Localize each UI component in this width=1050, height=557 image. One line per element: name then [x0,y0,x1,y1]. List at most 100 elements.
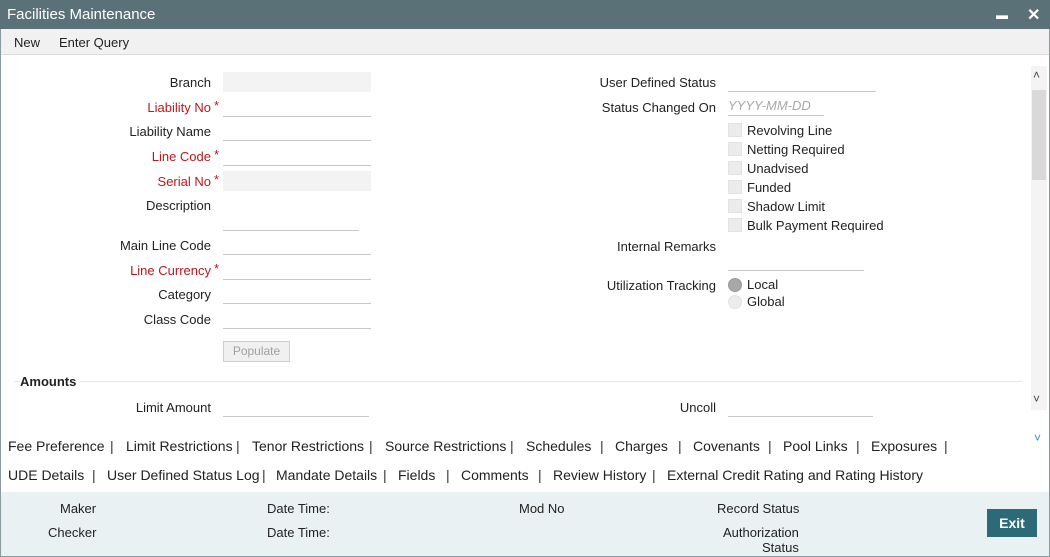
tab-comments[interactable]: Comments [461,467,529,483]
record-status-label: Record Status [717,501,800,516]
funded-checkbox[interactable] [728,180,742,194]
liability-name-field[interactable] [223,121,371,141]
tab-review-history[interactable]: Review History [553,467,646,483]
menu-enter-query[interactable]: Enter Query [59,35,129,50]
exit-button[interactable]: Exit [987,509,1037,537]
window-title: Facilities Maintenance [7,6,156,23]
serial-no-field[interactable] [223,171,371,191]
line-code-field[interactable] [223,146,371,166]
tab-exposures[interactable]: Exposures [871,438,937,454]
shadow-limit-label: Shadow Limit [747,199,826,214]
amounts-section-title: Amounts [20,374,81,389]
tab-tenor-restrictions[interactable]: Tenor Restrictions [252,438,364,454]
unadvised-label: Unadvised [747,161,809,176]
revolving-line-label: Revolving Line [747,123,833,138]
scrollbar-thumb[interactable] [1032,90,1046,180]
user-defined-status-label: User Defined Status [599,75,716,90]
vertical-scrollbar[interactable]: ˄ ˅ [1031,66,1047,410]
funded-label: Funded [747,180,792,195]
tab-charges[interactable]: Charges [615,438,668,454]
populate-button[interactable]: Populate [223,341,290,362]
liability-no-label: Liability No [147,100,211,115]
category-label: Category [158,287,211,302]
uncoll-field[interactable] [728,397,873,417]
tab-external-credit-rating-and-rating-history[interactable]: External Credit Rating and Rating Histor… [667,467,923,483]
tab-covenants[interactable]: Covenants [693,438,760,454]
tab-separator: | [446,467,450,483]
tab-separator: | [678,438,682,454]
status-changed-on-field[interactable] [728,96,824,116]
line-code-label: Line Code [151,149,211,164]
tab-separator: | [92,467,96,483]
main-line-code-label: Main Line Code [119,238,211,253]
tab-pool-links[interactable]: Pool Links [783,438,848,454]
netting-required-checkbox[interactable] [728,142,742,156]
internal-remarks-field[interactable] [728,251,864,271]
section-divider [14,381,1022,382]
required-mark: * [214,98,220,113]
date-time-label-2: Date Time: [267,525,330,540]
netting-required-label: Netting Required [747,142,845,157]
tab-separator: | [600,438,604,454]
minimize-icon[interactable]: ▬ [996,8,1008,22]
bulk-payment-required-label: Bulk Payment Required [747,218,884,233]
tab-limit-restrictions[interactable]: Limit Restrictions [126,438,233,454]
chevron-down-icon[interactable]: ˅ [1033,392,1040,406]
menu-new[interactable]: New [14,35,40,50]
branch-field[interactable] [223,72,371,92]
tab-separator: | [652,467,656,483]
limit-amount-label: Limit Amount [135,400,211,415]
description-label: Description [145,198,211,213]
authorization-status-label: Status [762,540,799,555]
tab-mandate-details[interactable]: Mandate Details [276,467,377,483]
date-time-label-1: Date Time: [267,501,330,516]
internal-remarks-label: Internal Remarks [617,239,716,254]
tab-ude-details[interactable]: UDE Details [8,467,84,483]
limit-amount-field[interactable] [223,397,369,417]
branch-label: Branch [169,75,211,90]
title-bar: Facilities Maintenance ▬ ✕ [0,0,1050,29]
unadvised-checkbox[interactable] [728,161,742,175]
tab-separator: | [538,467,542,483]
main-line-code-field[interactable] [223,235,371,255]
tab-user-defined-status-log[interactable]: User Defined Status Log [107,467,260,483]
global-radio[interactable] [728,295,742,309]
local-radio-label: Local [747,277,779,292]
tab-separator: | [262,467,266,483]
tab-separator: | [369,438,373,454]
maker-label: Maker [60,501,97,516]
revolving-line-checkbox[interactable] [728,123,742,137]
serial-no-label: Serial No [157,174,211,189]
tab-separator: | [856,438,860,454]
global-radio-label: Global [747,294,785,309]
authorization-label: Authorization [723,525,799,540]
category-field[interactable] [223,284,371,304]
class-code-label: Class Code [143,312,211,327]
tab-fee-preference[interactable]: Fee Preference [8,438,105,454]
liability-no-field[interactable] [223,97,371,117]
bulk-payment-required-checkbox[interactable] [728,218,742,232]
tab-separator: | [236,438,240,454]
checker-label: Checker [48,525,97,540]
tabs-row-1: Fee Preference Limit Restrictions Tenor Re… [0,430,1050,459]
line-currency-label: Line Currency [130,263,211,278]
close-icon[interactable]: ✕ [1027,5,1040,25]
tabs-expand-icon[interactable]: ˅ [1034,431,1041,445]
tab-source-restrictions[interactable]: Source Restrictions [385,438,506,454]
shadow-limit-checkbox[interactable] [728,199,742,213]
class-code-field[interactable] [223,309,371,329]
tab-fields[interactable]: Fields [398,467,435,483]
chevron-up-icon[interactable]: ˄ [1033,68,1040,82]
tabs-row-2: UDE Details User Defined Status Log Mandat… [0,459,1050,488]
tab-separator: | [944,438,948,454]
mod-no-label: Mod No [519,501,565,516]
description-field[interactable] [223,211,359,231]
user-defined-status-field[interactable] [728,72,876,92]
utilization-tracking-label: Utilization Tracking [606,278,716,293]
line-currency-field[interactable] [223,260,371,280]
tab-separator: | [383,467,387,483]
local-radio[interactable] [728,278,742,292]
tab-separator: | [768,438,772,454]
tab-schedules[interactable]: Schedules [526,438,591,454]
required-mark: * [214,147,220,162]
